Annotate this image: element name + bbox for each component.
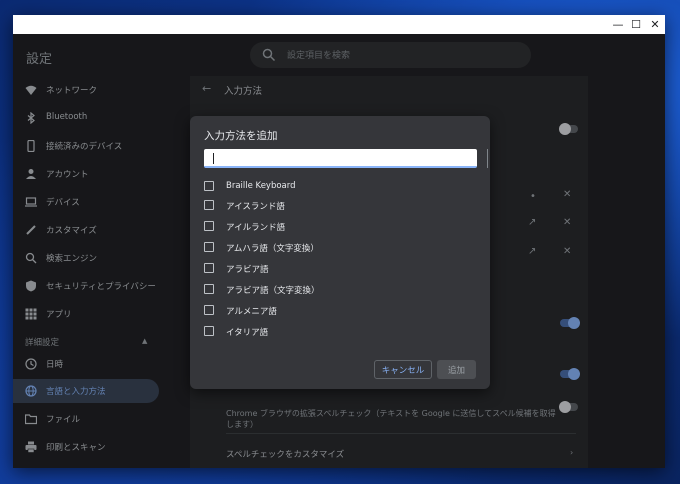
- option-label: Braille Keyboard: [226, 181, 296, 191]
- settings-window: — ☐ ✕ 設定 設定項目を検索 ネットワーク Bluetooth 接続済みのデ…: [13, 15, 665, 468]
- option-label: アイスランド語: [226, 202, 285, 212]
- option-label: イタリア語: [226, 328, 269, 338]
- checkbox[interactable]: [204, 263, 214, 273]
- minimize-icon[interactable]: —: [609, 15, 627, 34]
- input-method-option[interactable]: Braille Keyboard: [204, 179, 464, 195]
- checkbox[interactable]: [204, 305, 214, 315]
- checkbox[interactable]: [204, 242, 214, 252]
- checkbox[interactable]: [204, 181, 214, 191]
- option-label: アルメニア語: [226, 307, 277, 317]
- add-input-method-dialog: 入力方法を追加 Braille Keyboard アイスランド語 アイルランド語…: [190, 116, 490, 389]
- input-method-option[interactable]: アムハラ語（文字変換）: [204, 240, 464, 256]
- dialog-title: 入力方法を追加: [204, 130, 278, 142]
- option-label: アイルランド語: [226, 223, 286, 233]
- checkbox[interactable]: [204, 284, 214, 294]
- maximize-icon[interactable]: ☐: [627, 15, 645, 34]
- checkbox[interactable]: [204, 200, 214, 210]
- cancel-button[interactable]: キャンセル: [374, 360, 432, 379]
- option-label: アラビア語: [226, 265, 269, 275]
- input-method-option[interactable]: アルメニア語: [204, 303, 464, 319]
- text-cursor: [213, 153, 214, 164]
- input-method-option[interactable]: アラビア語: [204, 261, 464, 277]
- input-method-option[interactable]: アイスランド語: [204, 198, 464, 214]
- dialog-scroll-edge: [487, 149, 490, 168]
- checkbox[interactable]: [204, 221, 214, 231]
- option-label: アムハラ語（文字変換）: [226, 244, 319, 254]
- input-method-option[interactable]: アラビア語（文字変換）: [204, 282, 464, 298]
- input-method-option[interactable]: イタリア語: [204, 324, 464, 340]
- add-button[interactable]: 追加: [437, 360, 476, 379]
- input-method-option[interactable]: アイルランド語: [204, 219, 464, 235]
- option-label: アラビア語（文字変換）: [226, 286, 320, 296]
- window-titlebar: — ☐ ✕: [13, 15, 665, 34]
- input-method-search-field[interactable]: [204, 149, 477, 168]
- close-icon[interactable]: ✕: [646, 15, 664, 34]
- checkbox[interactable]: [204, 326, 214, 336]
